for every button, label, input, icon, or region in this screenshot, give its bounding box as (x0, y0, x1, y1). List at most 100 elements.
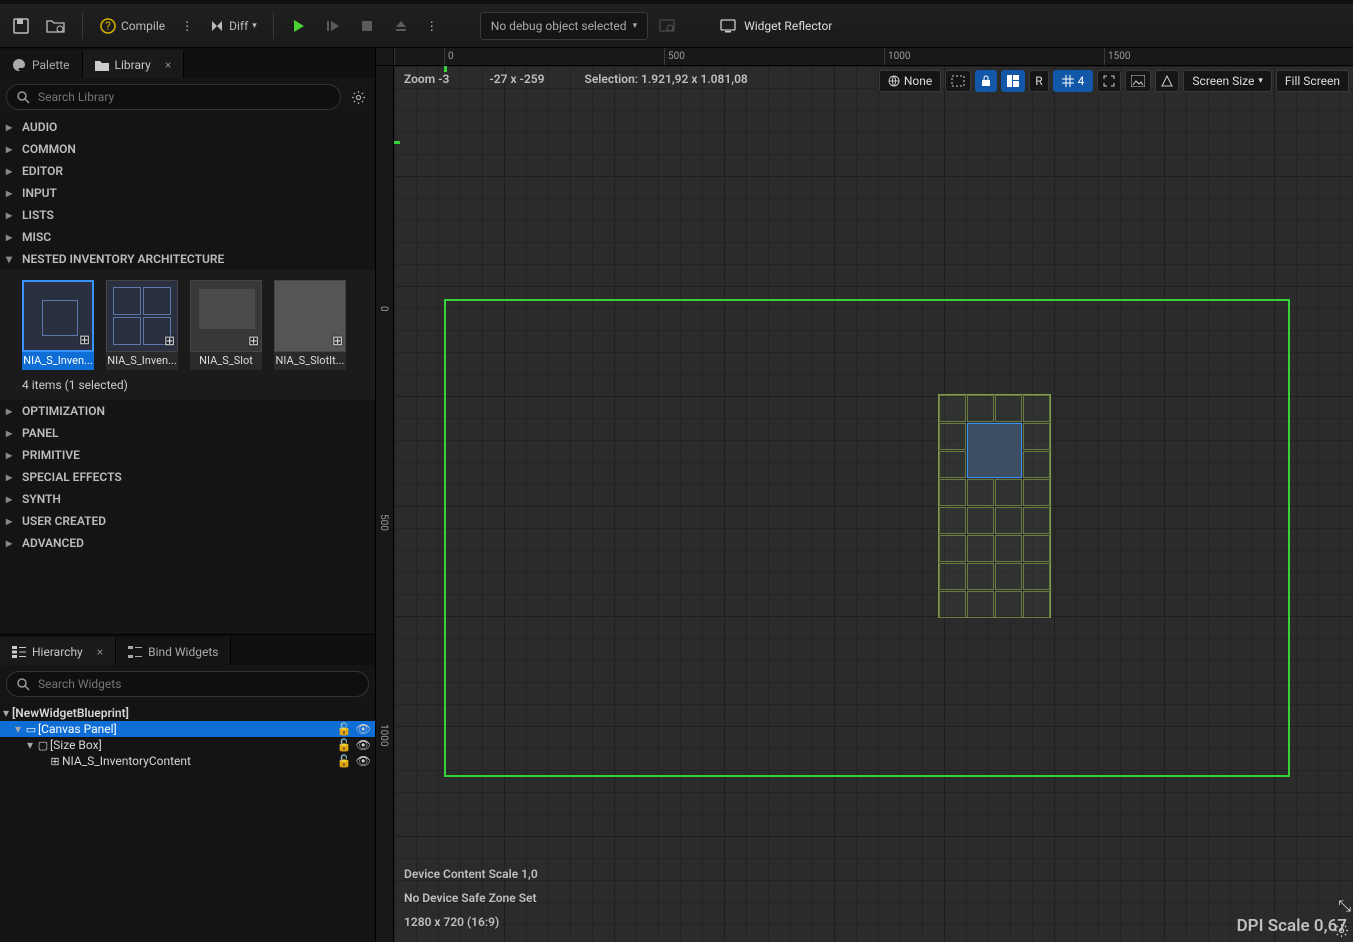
dashed-rect-icon (951, 75, 965, 87)
compile-button[interactable]: ? Compile (93, 11, 171, 41)
asset-item[interactable]: ⊞ NIA_S_Inven... (22, 280, 94, 370)
zoom-label: Zoom -3 (404, 72, 449, 86)
category-item[interactable]: ▸INPUT (0, 182, 375, 204)
unlock-icon[interactable]: 🔓 (337, 738, 352, 752)
expand-icon: ▸ (6, 120, 16, 134)
diff-button[interactable]: Diff ▾ (203, 11, 263, 41)
preview-background-button[interactable] (1125, 70, 1151, 92)
screen-size-combo[interactable]: Screen Size ▾ (1183, 70, 1272, 92)
category-item[interactable]: ▸PANEL (0, 422, 375, 444)
tab-library[interactable]: Library × (83, 50, 185, 78)
category-item[interactable]: ▸ADVANCED (0, 532, 375, 554)
outlines-button[interactable] (1155, 70, 1179, 92)
browse-button[interactable] (40, 11, 72, 41)
category-item[interactable]: ▸COMMON (0, 138, 375, 160)
library-search[interactable] (6, 84, 341, 110)
eye-icon[interactable]: 👁 (356, 754, 371, 768)
respect-locks-button[interactable]: R (1029, 70, 1048, 92)
eject-button[interactable] (386, 11, 416, 41)
category-item-expanded[interactable]: ▾NESTED INVENTORY ARCHITECTURE (0, 248, 375, 270)
tree-node-root[interactable]: ▾ [NewWidgetBlueprint] (0, 705, 375, 721)
category-item[interactable]: ▸PRIMITIVE (0, 444, 375, 466)
asset-thumbnail: ⊞ (106, 280, 178, 352)
unlock-icon[interactable]: 🔓 (337, 754, 352, 768)
designer-viewport[interactable]: 0 500 1000 1500 0 500 1000 150 (376, 48, 1353, 942)
debug-object-combo[interactable]: No debug object selected ▾ (480, 12, 648, 40)
collapse-icon: ▾ (6, 252, 16, 266)
collapse-icon: ▾ (0, 706, 12, 720)
designer-canvas[interactable]: Zoom -3 -27 x -259 Selection: 1.921,92 x… (394, 66, 1353, 942)
stop-icon (360, 19, 374, 33)
asset-name: NIA_S_Inven... (22, 352, 94, 370)
tab-hierarchy[interactable]: Hierarchy × (0, 637, 116, 665)
category-item[interactable]: ▸SPECIAL EFFECTS (0, 466, 375, 488)
category-item[interactable]: ▸OPTIMIZATION (0, 400, 375, 422)
resize-handle-icon[interactable]: ⤡ (1338, 896, 1351, 916)
zoom-to-fit-button[interactable] (1097, 70, 1121, 92)
asset-thumbnail: ⊞ (190, 280, 262, 352)
canvas-panel-icon: ▭ (24, 722, 38, 736)
play-button[interactable] (284, 11, 314, 41)
inventory-widget-preview[interactable] (938, 394, 1051, 618)
hierarchy-search-input[interactable] (36, 676, 358, 692)
app-root: ? Compile ⋮ Diff ▾ ⋮ No debug object sel… (0, 0, 1353, 942)
ruler-tick: 0 (444, 48, 664, 65)
tab-palette[interactable]: Palette (0, 50, 83, 78)
find-in-blueprint-button[interactable] (652, 11, 682, 41)
widget-reflector-button[interactable]: Widget Reflector (714, 11, 838, 41)
close-icon[interactable]: × (97, 645, 103, 659)
localization-button[interactable]: None (879, 70, 941, 92)
layout-icon (1007, 75, 1019, 87)
category-item[interactable]: ▸MISC (0, 226, 375, 248)
category-item[interactable]: ▸LISTS (0, 204, 375, 226)
canvas-info-top: Zoom -3 -27 x -259 Selection: 1.921,92 x… (404, 72, 748, 86)
compile-options-button[interactable]: ⋮ (175, 11, 199, 41)
category-item[interactable]: ▸AUDIO (0, 116, 375, 138)
asset-item[interactable]: ⊞ NIA_S_Inven... (106, 280, 178, 370)
stop-button[interactable] (352, 11, 382, 41)
warning-icon (1161, 75, 1173, 87)
chevron-down-icon: ▾ (633, 21, 638, 31)
close-icon[interactable]: × (165, 58, 171, 72)
tab-bind-widgets[interactable]: Bind Widgets (116, 637, 231, 665)
lock-button[interactable] (975, 70, 997, 92)
category-item[interactable]: ▸USER CREATED (0, 510, 375, 532)
eye-icon[interactable]: 👁 (356, 722, 371, 736)
category-item[interactable]: ▸SYNTH (0, 488, 375, 510)
canvas-panel-frame[interactable] (444, 299, 1290, 777)
tree-node-inventory-content[interactable]: ⊞ NIA_S_InventoryContent 🔓 👁 (0, 753, 375, 769)
asset-grid: ⊞ NIA_S_Inven... ⊞ NIA_S_Inven... (0, 270, 375, 374)
fill-screen-combo[interactable]: Fill Screen (1276, 70, 1349, 92)
eye-icon[interactable]: 👁 (356, 738, 371, 752)
asset-item[interactable]: ⊞ NIA_S_SlotIt... (274, 280, 346, 370)
asset-item[interactable]: ⊞ NIA_S_Slot (190, 280, 262, 370)
tree-node-canvas-panel[interactable]: ▾ ▭ [Canvas Panel] 🔓 👁 (0, 721, 375, 737)
expand-icon: ▸ (6, 426, 16, 440)
locate-icon (658, 17, 676, 35)
viewport-settings-button[interactable] (1334, 923, 1349, 938)
grid-value: 4 (1078, 74, 1085, 88)
save-button[interactable] (6, 11, 36, 41)
grid-snap-button[interactable]: 4 (1053, 70, 1094, 92)
compile-icon: ? (99, 17, 117, 35)
play-options-button[interactable]: ⋮ (420, 11, 444, 41)
tree-node-size-box[interactable]: ▾ ▢ [Size Box] 🔓 👁 (0, 737, 375, 753)
library-search-input[interactable] (36, 89, 330, 105)
layout-mode-button[interactable] (1001, 70, 1025, 92)
tab-bind-label: Bind Widgets (148, 645, 218, 659)
asset-name: NIA_S_SlotIt... (274, 352, 346, 370)
hierarchy-search[interactable] (6, 671, 369, 697)
unlock-icon[interactable]: 🔓 (337, 722, 352, 736)
asset-thumbnail: ⊞ (274, 280, 346, 352)
expand-icon: ▸ (6, 208, 16, 222)
debug-object-label: No debug object selected (491, 19, 627, 33)
widget-badge-icon: ⊞ (164, 334, 175, 349)
category-label: USER CREATED (22, 514, 106, 528)
gear-icon (351, 90, 366, 105)
category-item[interactable]: ▸EDITOR (0, 160, 375, 182)
dashed-outline-button[interactable] (945, 70, 971, 92)
library-settings-button[interactable] (347, 86, 369, 108)
step-button[interactable] (318, 11, 348, 41)
fit-icon (1103, 75, 1115, 87)
resolution-label: 1280 x 720 (16:9) (404, 910, 538, 934)
